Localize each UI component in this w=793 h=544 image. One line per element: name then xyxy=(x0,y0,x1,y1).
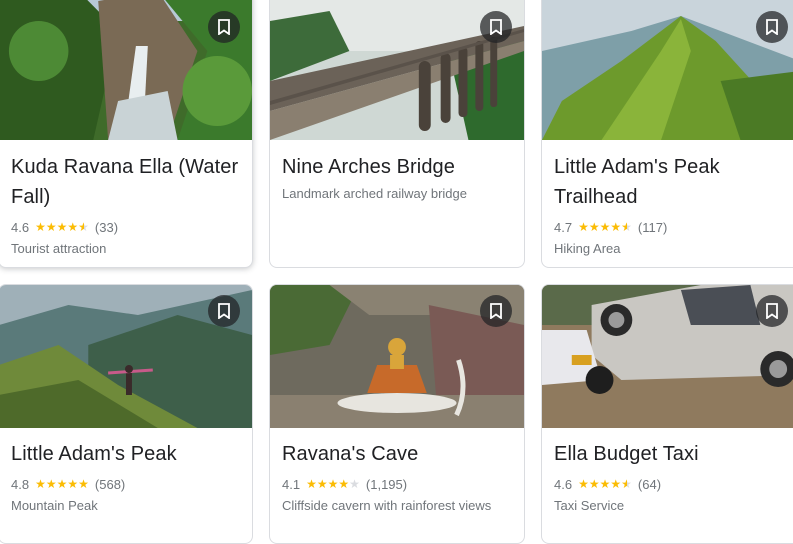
bookmark-icon xyxy=(490,303,502,319)
save-button[interactable] xyxy=(756,11,788,43)
bookmark-icon xyxy=(490,19,502,35)
place-title[interactable]: Kuda Ravana Ella (Water Fall) xyxy=(11,152,242,212)
place-photo-peak[interactable] xyxy=(0,285,252,428)
place-category: Hiking Area xyxy=(554,241,621,256)
save-button[interactable] xyxy=(480,11,512,43)
star-icon: ★ xyxy=(35,477,46,491)
star-icon: ★ xyxy=(56,477,68,491)
review-count: (568) xyxy=(94,476,126,492)
rating-row: 4.6 ★ ★ ★ ★ ★ (33) xyxy=(11,216,242,238)
place-category: Taxi Service xyxy=(554,498,625,513)
place-title[interactable]: Nine Arches Bridge xyxy=(282,152,514,182)
place-card-little-adams-peak-trailhead[interactable]: Little Adam's Peak Trailhead 4.7 ★ ★ ★ ★ ★ (… xyxy=(541,0,793,268)
save-button[interactable] xyxy=(756,295,788,327)
star-icon: ★ xyxy=(599,220,611,234)
star-icon: ★ xyxy=(578,477,589,491)
rating-value: 4.7 xyxy=(554,219,573,235)
star-rating: ★ ★ ★ ★ ★ xyxy=(578,221,632,233)
star-rating: ★ ★ ★ ★ ★ xyxy=(35,478,89,490)
review-count: (33) xyxy=(94,219,119,235)
star-icon: ★ xyxy=(45,220,57,234)
bookmark-icon xyxy=(766,303,778,319)
place-photo-bridge[interactable] xyxy=(270,0,524,140)
star-icon: ★ xyxy=(599,477,611,491)
star-icon: ★ xyxy=(588,220,600,234)
rating-row: 4.8 ★ ★ ★ ★ ★ (568) xyxy=(11,473,242,495)
place-description: Landmark arched railway bridge xyxy=(282,186,467,201)
bookmark-icon xyxy=(218,19,230,35)
review-count: (64) xyxy=(637,476,662,492)
star-icon: ★ xyxy=(45,477,57,491)
place-photo-cave[interactable] xyxy=(270,285,524,428)
star-icon: ★ xyxy=(327,477,339,491)
bookmark-icon xyxy=(766,19,778,35)
save-button[interactable] xyxy=(208,295,240,327)
star-icon: ★ xyxy=(578,220,589,234)
save-button[interactable] xyxy=(480,295,512,327)
review-count: (1,195) xyxy=(365,476,408,492)
star-icon: ★ xyxy=(349,477,360,491)
bookmark-icon xyxy=(218,303,230,319)
star-icon: ★ xyxy=(67,477,79,491)
place-photo-taxi[interactable] xyxy=(542,285,793,428)
place-card-ella-budget-taxi[interactable]: Ella Budget Taxi 4.6 ★ ★ ★ ★ ★ (64) Taxi Ser… xyxy=(541,284,793,544)
place-card-ravanas-cave[interactable]: Ravana's Cave 4.1 ★ ★ ★ ★ ★ (1,195) Cliffsid… xyxy=(269,284,525,544)
save-button[interactable] xyxy=(208,11,240,43)
star-icon: ★ xyxy=(78,220,89,234)
rating-value: 4.6 xyxy=(11,219,30,235)
place-category: Tourist attraction xyxy=(11,241,107,256)
star-icon: ★ xyxy=(621,477,632,491)
place-photo-waterfall[interactable] xyxy=(0,0,252,140)
place-card-kuda-ravana-ella[interactable]: Kuda Ravana Ella (Water Fall) 4.6 ★ ★ ★ ★ ★ … xyxy=(0,0,253,268)
place-category: Cliffside cavern with rainforest views xyxy=(282,498,492,513)
star-icon: ★ xyxy=(56,220,68,234)
star-icon: ★ xyxy=(78,477,89,491)
star-icon: ★ xyxy=(588,477,600,491)
place-category: Mountain Peak xyxy=(11,498,98,513)
star-icon: ★ xyxy=(610,477,622,491)
rating-row: 4.7 ★ ★ ★ ★ ★ (117) xyxy=(554,216,790,238)
star-rating: ★ ★ ★ ★ ★ xyxy=(306,478,360,490)
place-photo-trailhead[interactable] xyxy=(542,0,793,140)
star-icon: ★ xyxy=(316,477,328,491)
star-icon: ★ xyxy=(67,220,79,234)
star-icon: ★ xyxy=(610,220,622,234)
star-icon: ★ xyxy=(621,220,632,234)
rating-value: 4.6 xyxy=(554,476,573,492)
star-icon: ★ xyxy=(35,220,46,234)
place-title[interactable]: Little Adam's Peak Trailhead xyxy=(554,152,790,212)
rating-value: 4.1 xyxy=(282,476,301,492)
star-icon: ★ xyxy=(338,477,350,491)
star-rating: ★ ★ ★ ★ ★ xyxy=(578,478,632,490)
place-title[interactable]: Little Adam's Peak xyxy=(11,439,242,469)
rating-row: 4.1 ★ ★ ★ ★ ★ (1,195) xyxy=(282,473,514,495)
place-title[interactable]: Ravana's Cave xyxy=(282,439,514,469)
place-card-little-adams-peak[interactable]: Little Adam's Peak 4.8 ★ ★ ★ ★ ★ (568) Mount… xyxy=(0,284,253,544)
star-rating: ★ ★ ★ ★ ★ xyxy=(35,221,89,233)
place-card-nine-arches-bridge[interactable]: Nine Arches Bridge Landmark arched railw… xyxy=(269,0,525,268)
star-icon: ★ xyxy=(306,477,317,491)
review-count: (117) xyxy=(637,219,668,235)
rating-row: 4.6 ★ ★ ★ ★ ★ (64) xyxy=(554,473,790,495)
place-title[interactable]: Ella Budget Taxi xyxy=(554,439,790,469)
rating-value: 4.8 xyxy=(11,476,30,492)
